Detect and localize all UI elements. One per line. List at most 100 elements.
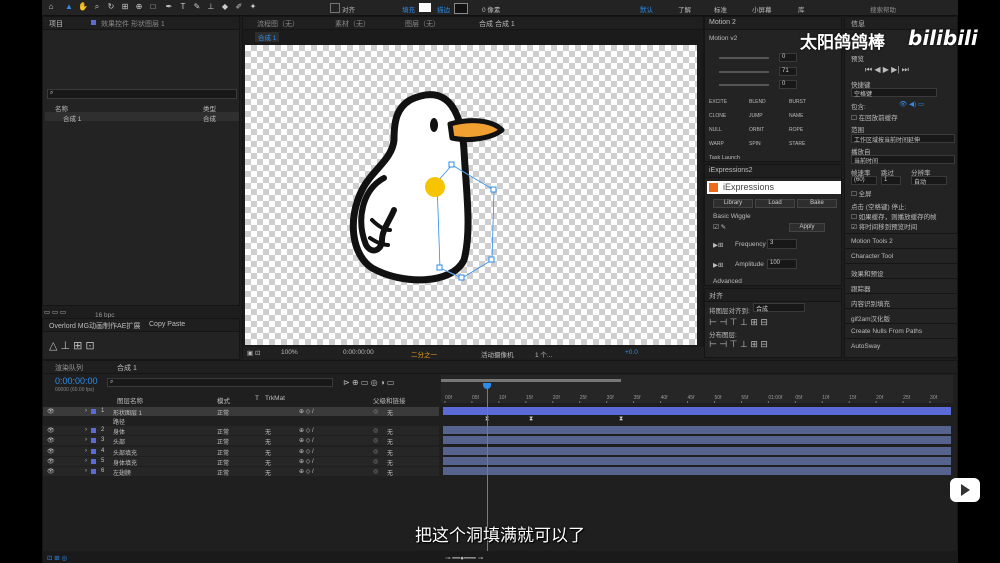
layer-duration-bar[interactable] <box>443 436 951 444</box>
align-buttons[interactable]: ⊢ ⊣ ⊤ ⊥ ⊞ ⊟ <box>709 317 768 328</box>
project-item[interactable]: 合成 1 合成 <box>45 112 239 123</box>
comp-breadcrumb[interactable]: 合成 1 <box>255 32 280 42</box>
timeline-timecode[interactable]: 0:00:00:00 <box>55 376 98 386</box>
layer-switches[interactable]: ⊕ ◇ / <box>299 448 314 455</box>
workspace-small[interactable]: 小屏幕 <box>752 4 772 14</box>
layer-name[interactable]: 头部 <box>113 437 125 446</box>
layer-parent[interactable]: 无 <box>387 427 393 436</box>
tab-render-queue[interactable]: 渲染队列 <box>55 363 83 373</box>
new-folder-icon[interactable]: ▭ ▭ ▭ <box>44 308 66 316</box>
workspace-default[interactable]: 默认 <box>640 4 653 14</box>
brush-tool-icon[interactable]: ✎ <box>192 2 202 12</box>
label-color-swatch[interactable] <box>91 469 96 474</box>
bake-tab[interactable]: Bake <box>797 199 837 208</box>
layer-row[interactable]: 👁 › 6 左翅膀 正常 无 ⊕ ◇ / ◎ 无 <box>43 467 439 477</box>
panel-create-nulls[interactable]: Create Nulls From Paths <box>845 323 957 338</box>
shortcut-select[interactable]: 空格键 <box>851 88 937 98</box>
distribute-buttons[interactable]: ⊢ ⊣ ⊤ ⊥ ⊞ ⊟ <box>709 339 768 350</box>
stroke-swatch[interactable] <box>454 3 468 14</box>
tab-motion2[interactable]: Motion 2 <box>709 19 736 26</box>
motion-btn-rope[interactable]: ROPE <box>789 127 803 133</box>
col-trkmat[interactable]: TrkMat <box>265 395 285 402</box>
layer-row[interactable]: 👁 › 5 身体填充 正常 无 ⊕ ◇ / ◎ 无 <box>43 457 439 467</box>
value-2[interactable]: 71 <box>779 67 797 76</box>
layer-parent[interactable]: 无 <box>387 468 393 477</box>
puppet-tool-icon[interactable]: ✦ <box>248 2 258 12</box>
stroke-label[interactable]: 描边 <box>437 4 450 14</box>
timeline-search-input[interactable]: ⌕ <box>107 378 333 387</box>
if-cached-checkbox[interactable]: ☐ 如果缓存，则播放缓存的帧 <box>851 211 937 221</box>
align-to-select[interactable]: 合成 <box>753 303 805 313</box>
panel-character-tool[interactable]: Character Tool <box>845 248 957 263</box>
motion-btn-stare[interactable]: STARE <box>789 141 805 147</box>
visibility-icon[interactable]: 👁 <box>47 468 55 475</box>
layer-parent[interactable]: 无 <box>387 448 393 457</box>
tab-overlord[interactable]: Overlord MG动画制作AE扩展 <box>49 321 140 331</box>
align-checkbox[interactable] <box>330 3 340 13</box>
pan-tool-icon[interactable]: ⊕ <box>134 2 144 12</box>
layer-switches[interactable]: ⊕ ◇ / <box>299 408 314 415</box>
property-row[interactable]: 路径 <box>43 416 439 426</box>
motion-version[interactable]: Motion v2 <box>709 35 737 42</box>
range-select[interactable]: 工作区域按当前时间延伸 <box>851 134 955 144</box>
workspace-library[interactable]: 库 <box>798 4 805 14</box>
expand-icon[interactable]: › <box>85 437 87 443</box>
layer-duration-bar[interactable] <box>443 447 951 455</box>
expand-icon[interactable]: › <box>85 468 87 474</box>
stroke-width[interactable]: 0 像素 <box>482 4 500 14</box>
layer-name[interactable]: 左翅膀 <box>113 468 131 477</box>
expand-icon[interactable]: › <box>85 458 87 464</box>
motion-btn-warp[interactable]: WARP <box>709 141 724 147</box>
eraser-tool-icon[interactable]: ◆ <box>220 2 230 12</box>
camera-tool-icon[interactable]: ⊞ <box>120 2 130 12</box>
task-launch[interactable]: Task Launch <box>709 155 740 161</box>
panel-tracker[interactable]: 跟踪器 <box>845 278 957 293</box>
layer-row[interactable]: 👁 › 1 形状图层 1 正常 ⊕ ◇ / ◎ 无 <box>43 407 439 417</box>
layer-mode[interactable]: 正常 <box>217 458 229 467</box>
label-color-swatch[interactable] <box>91 428 96 433</box>
include-icons[interactable]: 👁 ◀) ▭ <box>899 100 924 108</box>
motion-btn-orbit[interactable]: ORBIT <box>749 127 764 133</box>
layer-switches[interactable]: ⊕ ◇ / <box>299 468 314 475</box>
layer-duration-bar[interactable] <box>443 426 951 434</box>
skip-select[interactable]: 1 <box>881 176 901 185</box>
label-color-swatch[interactable] <box>91 438 96 443</box>
parent-pickwhip-icon[interactable]: ◎ <box>373 458 378 465</box>
shape-tool-icon[interactable]: □ <box>148 2 158 12</box>
resolution-select[interactable]: 二分之一 <box>411 349 437 359</box>
col-layer-name[interactable]: 图层名称 <box>117 395 143 405</box>
layer-parent[interactable]: 无 <box>387 437 393 446</box>
amplitude-icons[interactable]: ▶⊞ <box>713 261 723 269</box>
viewer-timecode[interactable]: 0:00:00:00 <box>343 349 374 356</box>
tab-composition[interactable]: 合成 合成 1 <box>479 19 515 29</box>
layer-trkmat[interactable]: 无 <box>265 437 271 446</box>
tab-timeline-comp[interactable]: 合成 1 <box>117 363 137 373</box>
move-time-checkbox[interactable]: ☑ 将时间移到预览时间 <box>851 221 917 231</box>
layer-name[interactable]: 头部填充 <box>113 448 137 457</box>
panel-autosway[interactable]: AutoSway <box>845 338 957 353</box>
panel-motion-tools[interactable]: Motion Tools 2 <box>845 233 957 248</box>
col-parent[interactable]: 父级和链接 <box>373 395 406 405</box>
parent-pickwhip-icon[interactable]: ◎ <box>373 448 378 455</box>
frequency-input[interactable]: 3 <box>767 239 797 249</box>
tab-flowchart[interactable]: 流程图（无） <box>257 19 299 29</box>
panel-content-aware[interactable]: 内容识别填充 <box>845 293 957 308</box>
layer-mode[interactable]: 正常 <box>217 468 229 477</box>
parent-pickwhip-icon[interactable]: ◎ <box>373 408 378 415</box>
layer-mode[interactable]: 正常 <box>217 448 229 457</box>
frequency-icons[interactable]: ▶⊞ <box>713 241 723 249</box>
zoom-select[interactable]: 100% <box>281 349 298 356</box>
visibility-icon[interactable]: 👁 <box>47 437 55 444</box>
motion-btn-burst[interactable]: BURST <box>789 99 806 105</box>
motion-btn-spin[interactable]: SPIN <box>749 141 761 147</box>
camera-select[interactable]: 活动摄像机 <box>481 349 514 359</box>
layer-name[interactable]: 身体 <box>113 427 125 436</box>
preset-icons[interactable]: ☑ ✎ <box>713 223 726 231</box>
motion-btn-clone[interactable]: CLONE <box>709 113 726 119</box>
timeline-bottom-icons[interactable]: ⊡ ⊞ ◎ <box>47 554 67 562</box>
workspace-learn[interactable]: 了解 <box>678 4 691 14</box>
apply-button[interactable]: Apply <box>789 223 825 232</box>
motion-btn-jump[interactable]: JUMP <box>749 113 763 119</box>
timeline-switch-icons[interactable]: ⊳ ⊕ ▭ ◎ ◑ ▭ <box>343 378 394 387</box>
layer-trkmat[interactable]: 无 <box>265 448 271 457</box>
